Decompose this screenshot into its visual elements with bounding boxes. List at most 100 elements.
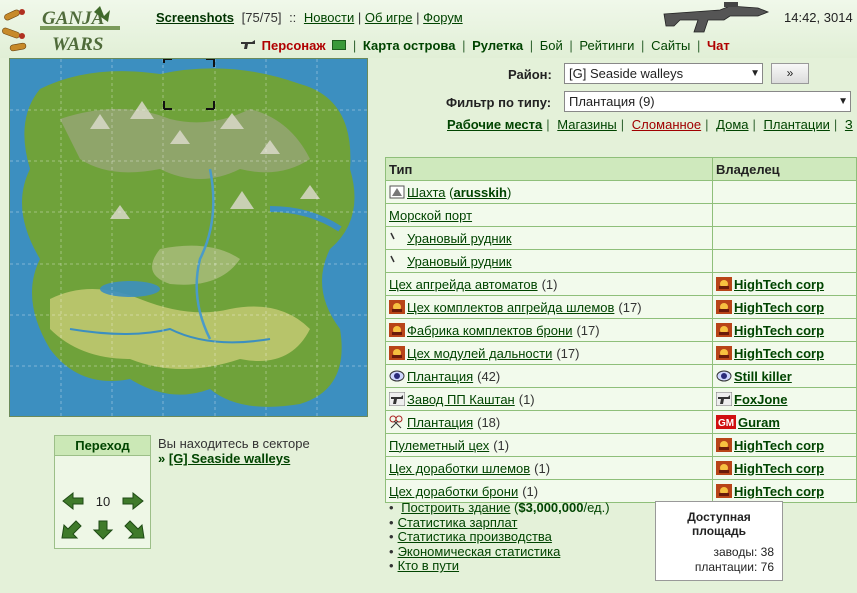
arrow-down-left-icon[interactable] xyxy=(59,520,83,540)
table-row: Шахта (arusskih) xyxy=(385,180,857,204)
owner-cell: HighTech corp xyxy=(712,272,857,296)
nav-sites[interactable]: Сайты xyxy=(651,38,690,53)
table-row: Урановый рудник xyxy=(385,249,857,273)
area-title-line1: Доступная xyxy=(687,510,751,524)
production-stats-link[interactable]: Статистика производства xyxy=(398,529,552,544)
building-link[interactable]: Завод ПП Каштан xyxy=(407,392,515,407)
building-link[interactable]: Цех доработки брони xyxy=(389,484,518,499)
arrow-right-icon[interactable] xyxy=(121,491,145,511)
building-type-cell: Цех модулей дальности (17) xyxy=(385,341,713,365)
owner-link[interactable]: HighTech corp xyxy=(734,277,824,292)
owner-cell: HighTech corp xyxy=(712,295,857,319)
building-link[interactable]: Морской порт xyxy=(389,208,472,223)
building-link[interactable]: Шахта xyxy=(407,185,446,200)
building-link[interactable]: Плантация xyxy=(407,415,473,430)
owner-link[interactable]: HighTech corp xyxy=(734,438,824,453)
nav-character[interactable]: Персонаж xyxy=(262,38,326,53)
header-separator: :: xyxy=(289,10,297,25)
main-nav: Персонаж | Карта острова | Рулетка | Бой… xyxy=(240,38,730,53)
economy-stats-link[interactable]: Экономическая статистика xyxy=(398,544,561,559)
category-workplaces[interactable]: Рабочие места xyxy=(447,117,542,132)
current-sector-link[interactable]: [G] Seaside walleys xyxy=(169,451,290,466)
owner-link[interactable]: HighTech corp xyxy=(734,300,824,315)
gun-icon xyxy=(241,40,255,49)
category-houses[interactable]: Дома xyxy=(716,117,748,132)
district-select[interactable]: [G] Seaside walleys ▼ xyxy=(564,63,763,84)
nav-ratings[interactable]: Рейтинги xyxy=(579,38,634,53)
building-link[interactable]: Урановый рудник xyxy=(407,254,512,269)
mail-icon[interactable] xyxy=(332,40,347,50)
district-select-value: [G] Seaside walleys xyxy=(569,66,684,81)
owner-link[interactable]: HighTech corp xyxy=(734,461,824,476)
tick-icon xyxy=(389,254,405,268)
actions-list: Построить здание ($3,000,000/ед.) Статис… xyxy=(389,500,610,574)
building-link[interactable]: Фабрика комплектов брони xyxy=(407,323,572,338)
table-row: Плантация (42) Still killer xyxy=(385,364,857,388)
district-go-button[interactable]: » xyxy=(771,63,809,84)
build-link[interactable]: Построить здание xyxy=(401,500,510,515)
building-link[interactable]: Цех комплектов апгрейда шлемов xyxy=(407,300,614,315)
scissors-icon xyxy=(389,415,405,429)
district-label: Район: xyxy=(508,67,552,82)
building-link[interactable]: Урановый рудник xyxy=(407,231,512,246)
building-link[interactable]: Плантация xyxy=(407,369,473,384)
nav-island-map[interactable]: Карта острова xyxy=(363,38,456,53)
category-plantations[interactable]: Плантации xyxy=(764,117,830,132)
owner-link[interactable]: arusskih xyxy=(454,185,507,200)
owner-link[interactable]: Guram xyxy=(738,415,780,430)
in-transit-link[interactable]: Кто в пути xyxy=(398,558,460,574)
corp-icon xyxy=(716,437,732,452)
island-map-image xyxy=(10,59,367,416)
owner-link[interactable]: Still killer xyxy=(734,369,792,384)
building-link[interactable]: Пулеметный цех xyxy=(389,438,489,453)
filter-label: Фильтр по типу: xyxy=(446,95,552,110)
gun-icon xyxy=(388,391,406,406)
list-item: Статистика зарплат xyxy=(389,515,610,531)
type-filter-select[interactable]: Плантация (9) ▼ xyxy=(564,91,851,112)
owner-cell: HighTech corp xyxy=(712,433,857,457)
eye-icon xyxy=(389,369,405,383)
bullets-icon xyxy=(2,9,27,52)
about-game-link[interactable]: Об игре xyxy=(365,10,413,25)
area-plantations-value: 76 xyxy=(760,560,774,574)
nav-roulette[interactable]: Рулетка xyxy=(472,38,523,53)
nav-chat[interactable]: Чат xyxy=(707,38,730,53)
building-link[interactable]: Цех апгрейда автоматов xyxy=(389,277,538,292)
category-more[interactable]: З xyxy=(845,117,853,132)
building-link[interactable]: Цех модулей дальности xyxy=(407,346,552,361)
building-count: (17) xyxy=(556,345,580,361)
arrow-down-icon[interactable] xyxy=(91,520,115,540)
type-filter-value: Плантация (9) xyxy=(569,94,655,109)
forum-link[interactable]: Форум xyxy=(423,10,463,25)
owner-link[interactable]: HighTech corp xyxy=(734,346,824,361)
building-type-cell: Завод ПП Каштан (1) xyxy=(385,387,713,411)
building-count: (1) xyxy=(493,437,510,453)
category-broken[interactable]: Сломанное xyxy=(632,117,701,132)
transit-title: Переход xyxy=(55,436,150,456)
island-map[interactable] xyxy=(9,58,368,417)
owner-link[interactable]: FoxJone xyxy=(734,392,787,407)
transit-sector-number: 10 xyxy=(95,494,111,509)
building-type-cell: Цех комплектов апгрейда шлемов (17) xyxy=(385,295,713,319)
svg-text:GM: GM xyxy=(718,418,734,429)
owner-link[interactable]: HighTech corp xyxy=(734,323,824,338)
owner-cell: HighTech corp xyxy=(712,341,857,365)
arrow-left-icon[interactable] xyxy=(61,491,85,511)
nav-battle[interactable]: Бой xyxy=(540,38,563,53)
owner-cell: HighTech corp xyxy=(712,479,857,503)
screenshots-link[interactable]: Screenshots xyxy=(156,10,234,25)
corp-icon xyxy=(716,322,732,337)
building-link[interactable]: Цех доработки шлемов xyxy=(389,461,530,476)
building-count: (1) xyxy=(518,391,535,407)
owner-link[interactable]: HighTech corp xyxy=(734,484,824,499)
ganja-wars-logo[interactable]: GANJA WARS xyxy=(38,4,122,54)
gun-icon xyxy=(715,391,733,406)
news-link[interactable]: Новости xyxy=(304,10,354,25)
building-type-cell: Фабрика комплектов брони (17) xyxy=(385,318,713,342)
column-owner: Владелец xyxy=(712,157,857,181)
salary-stats-link[interactable]: Статистика зарплат xyxy=(398,515,518,530)
corp-icon xyxy=(389,299,405,314)
category-shops[interactable]: Магазины xyxy=(557,117,617,132)
dropdown-arrow-icon: ▼ xyxy=(750,68,760,79)
arrow-down-right-icon[interactable] xyxy=(123,520,147,540)
